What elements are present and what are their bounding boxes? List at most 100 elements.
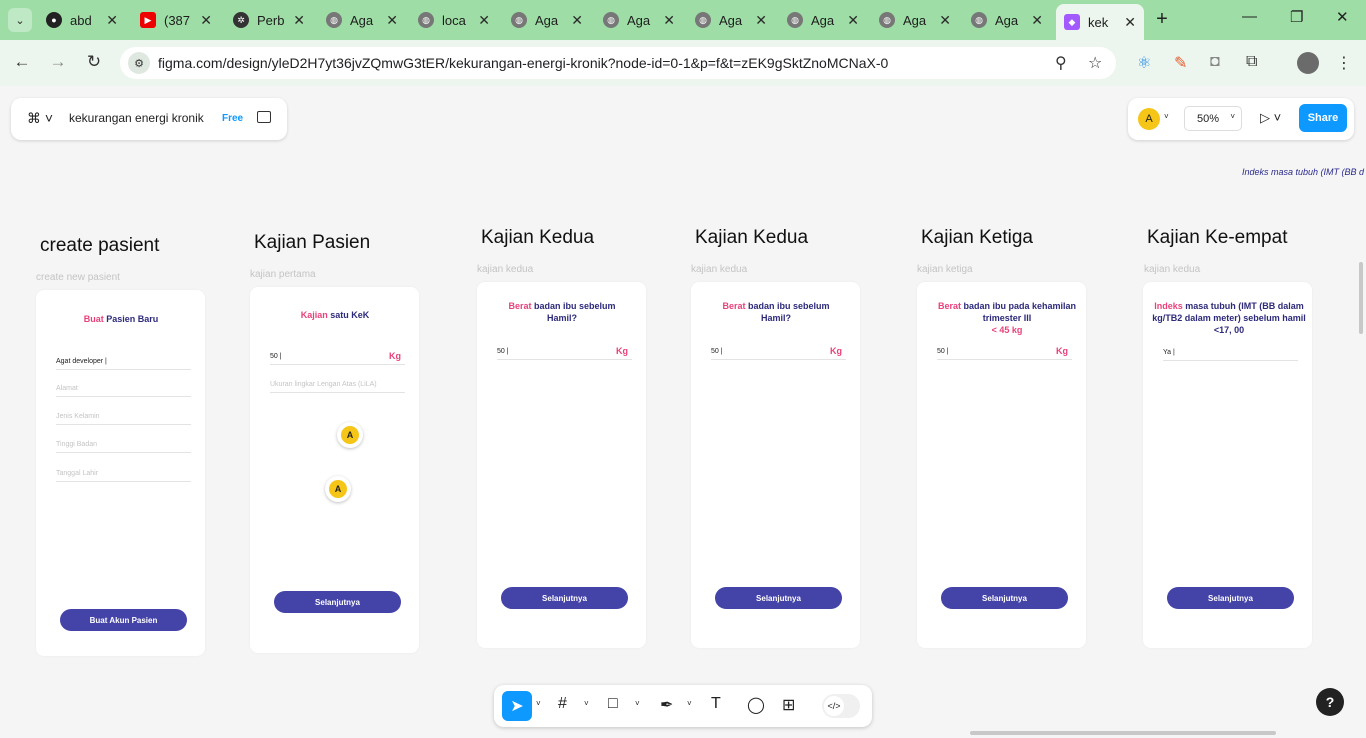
dev-mode-toggle[interactable]: </> [822, 694, 860, 718]
close-icon[interactable]: ✕ [293, 12, 305, 29]
frame-label[interactable]: kajian pertama [250, 269, 316, 280]
share-button[interactable]: Share [1299, 104, 1347, 132]
frame-title[interactable]: Kajian Ke-empat [1147, 227, 1287, 249]
browser-tab[interactable]: ◍ Aga ✕ [779, 6, 867, 34]
browser-tab[interactable]: ● abd ✕ [38, 6, 126, 34]
forward-icon[interactable]: → [46, 52, 70, 72]
browser-menu-icon[interactable]: ⋮ [1336, 53, 1352, 73]
next-button[interactable]: Selanjutnya [941, 587, 1068, 609]
create-account-button[interactable]: Buat Akun Pasien [60, 609, 187, 631]
rectangle-tool-icon[interactable]: □ [608, 695, 618, 713]
frame-title[interactable]: Kajian Kedua [695, 227, 808, 249]
restore-icon[interactable]: ❐ [1290, 8, 1303, 26]
chevron-down-icon[interactable]: ˅ [635, 699, 640, 708]
lila-field[interactable]: Ukuran lingkar Lengan Atas (LiLA) [270, 381, 405, 393]
frame-label[interactable]: kajian kedua [477, 264, 533, 275]
frame-title[interactable]: create pasient [40, 235, 159, 257]
frame-kajian-ke-empat[interactable]: Indeks masa tubuh (IMT (BB dalam kg/TB2 … [1143, 282, 1312, 648]
frame-label[interactable]: kajian ketiga [917, 264, 973, 275]
browser-tab-active[interactable]: ◆ kek ✕ [1056, 4, 1144, 40]
canvas-text-note[interactable]: Indeks masa tubuh (IMT (BB d [1242, 167, 1364, 177]
comment-tool-icon[interactable]: ◯ [747, 695, 765, 715]
frame-label[interactable]: kajian kedua [691, 264, 747, 275]
pen-tool-icon[interactable]: ✒ [660, 695, 673, 715]
browser-tab[interactable]: ✲ Perb ✕ [225, 6, 313, 34]
frame-create-pasient[interactable]: Buat Pasien Baru Agat developer | Alamat… [36, 290, 205, 656]
imt-answer-field[interactable]: Ya | [1163, 349, 1298, 361]
browser-tab[interactable]: ▶ (387 ✕ [132, 6, 220, 34]
bookmark-star-icon[interactable]: ☆ [1088, 53, 1102, 73]
weight-field[interactable]: 50 | Kg [711, 346, 846, 360]
frame-title[interactable]: Kajian Kedua [481, 227, 594, 249]
zoom-dropdown[interactable]: 50% ˅ [1184, 106, 1242, 131]
camera-icon[interactable]: ◘ [1210, 53, 1220, 71]
present-play-icon[interactable]: ▷ ˅ [1260, 110, 1281, 126]
address-field[interactable]: Alamat [56, 385, 191, 397]
browser-tab[interactable]: ◍ loca ✕ [410, 6, 498, 34]
browser-tab[interactable]: ◍ Aga ✕ [595, 6, 683, 34]
close-icon[interactable]: ✕ [847, 12, 859, 29]
next-button[interactable]: Selanjutnya [501, 587, 628, 609]
next-button[interactable]: Selanjutnya [274, 591, 401, 613]
vertical-scrollbar[interactable] [1359, 262, 1363, 334]
close-icon[interactable]: ✕ [571, 12, 583, 29]
extensions-puzzle-icon[interactable]: ⧉ [1246, 53, 1257, 71]
actions-tool-icon[interactable]: ⊞ [782, 695, 795, 715]
frame-tool-icon[interactable]: # [558, 695, 567, 713]
close-icon[interactable]: ✕ [200, 12, 212, 29]
close-icon[interactable]: ✕ [755, 12, 767, 29]
move-tool-icon[interactable]: ➤ [502, 691, 532, 721]
minimize-icon[interactable]: — [1242, 8, 1257, 25]
close-icon[interactable]: ✕ [478, 12, 490, 29]
gender-field[interactable]: Jenis Kelamin [56, 413, 191, 425]
frame-title[interactable]: Kajian Pasien [254, 232, 370, 254]
close-window-icon[interactable]: ✕ [1336, 8, 1349, 26]
browser-tab[interactable]: ◍ Aga ✕ [871, 6, 959, 34]
browser-tab[interactable]: ◍ Aga ✕ [318, 6, 406, 34]
frame-kajian-kedua-copy[interactable]: Berat badan ibu sebelum Hamil? 50 | Kg Se… [691, 282, 860, 648]
tab-search-chevron-icon[interactable]: ⌄ [8, 8, 32, 32]
react-devtools-icon[interactable]: ⚛ [1137, 53, 1151, 73]
horizontal-scrollbar[interactable] [970, 731, 1276, 735]
birthdate-field[interactable]: Tanggal Lahir [56, 470, 191, 482]
user-avatar[interactable]: A [1138, 108, 1160, 130]
browser-tab[interactable]: ◍ Aga ✕ [503, 6, 591, 34]
profile-avatar[interactable] [1297, 52, 1319, 74]
chevron-down-icon[interactable]: ˅ [687, 699, 692, 708]
frame-label[interactable]: create new pasient [36, 272, 120, 283]
color-picker-icon[interactable]: ✎ [1174, 53, 1187, 73]
close-icon[interactable]: ✕ [1124, 14, 1136, 31]
new-tab-icon[interactable]: + [1150, 8, 1174, 31]
frame-kajian-ketiga[interactable]: Berat badan ibu pada kehamilan trimester… [917, 282, 1086, 648]
frame-kajian-pasien[interactable]: Kajian satu KeK 50 | Kg Ukuran lingkar Le… [250, 287, 419, 653]
url-text[interactable]: figma.com/design/yleD2H7yt36jvZQmwG3tER/… [158, 55, 888, 71]
weight-field[interactable]: 50 | Kg [497, 346, 632, 360]
chevron-down-icon[interactable]: ˅ [1164, 112, 1169, 121]
weight-field[interactable]: 50 | Kg [937, 346, 1072, 360]
file-name[interactable]: kekurangan energi kronik [69, 111, 204, 125]
site-settings-icon[interactable]: ⚙ [128, 52, 150, 74]
toggle-sidebar-icon[interactable] [257, 111, 271, 123]
next-button[interactable]: Selanjutnya [1167, 587, 1294, 609]
close-icon[interactable]: ✕ [106, 12, 118, 29]
browser-tab[interactable]: ◍ Aga ✕ [687, 6, 775, 34]
next-button[interactable]: Selanjutnya [715, 587, 842, 609]
back-icon[interactable]: ← [10, 52, 34, 72]
zoom-search-icon[interactable]: ⚲ [1055, 53, 1067, 73]
browser-tab[interactable]: ◍ Aga ✕ [963, 6, 1051, 34]
reload-icon[interactable]: ↻ [82, 52, 106, 72]
close-icon[interactable]: ✕ [1031, 12, 1043, 29]
close-icon[interactable]: ✕ [386, 12, 398, 29]
height-field[interactable]: Tinggi Badan [56, 441, 191, 453]
name-field[interactable]: Agat developer | [56, 358, 191, 370]
frame-title[interactable]: Kajian Ketiga [921, 227, 1033, 249]
help-button[interactable]: ? [1316, 688, 1344, 716]
figma-menu-icon[interactable]: ⌘ ˅ [27, 110, 53, 127]
frame-label[interactable]: kajian kedua [1144, 264, 1200, 275]
weight-field[interactable]: 50 | Kg [270, 351, 405, 365]
chevron-down-icon[interactable]: ˅ [584, 699, 589, 708]
frame-kajian-kedua[interactable]: Berat badan ibu sebelum Hamil? 50 | Kg Se… [477, 282, 646, 648]
text-tool-icon[interactable]: T [711, 695, 721, 713]
chevron-down-icon[interactable]: ˅ [536, 699, 541, 708]
close-icon[interactable]: ✕ [939, 12, 951, 29]
